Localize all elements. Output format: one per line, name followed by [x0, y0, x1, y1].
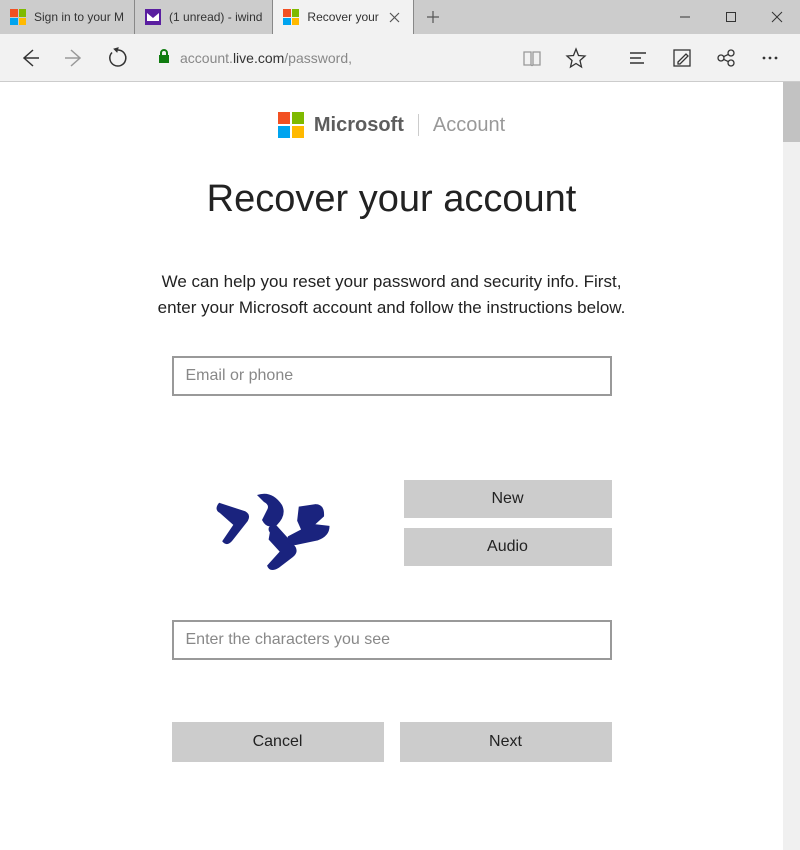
- browser-tab[interactable]: Sign in to your M: [0, 0, 135, 34]
- maximize-button[interactable]: [708, 0, 754, 34]
- reading-view-button[interactable]: [512, 38, 552, 78]
- refresh-button[interactable]: [98, 38, 138, 78]
- minimize-button[interactable]: [662, 0, 708, 34]
- share-button[interactable]: [706, 38, 746, 78]
- brand-section: Account: [433, 114, 505, 137]
- close-window-button[interactable]: [754, 0, 800, 34]
- close-tab-icon[interactable]: [387, 9, 403, 25]
- webnote-button[interactable]: [662, 38, 702, 78]
- ms-logo-icon: [278, 112, 304, 138]
- page-title: Recover your account: [207, 178, 577, 221]
- page-viewport: Microsoft Account Recover your account W…: [0, 82, 800, 850]
- vertical-scrollbar[interactable]: [783, 82, 800, 850]
- cancel-button[interactable]: Cancel: [172, 722, 384, 762]
- captcha-new-button[interactable]: New: [404, 480, 612, 518]
- captcha-audio-button[interactable]: Audio: [404, 528, 612, 566]
- address-bar[interactable]: account.live.com/password,: [148, 42, 502, 74]
- back-button[interactable]: [10, 38, 50, 78]
- tab-title: (1 unread) - iwind: [169, 10, 262, 24]
- mail-icon: [145, 9, 161, 25]
- hub-button[interactable]: [618, 38, 658, 78]
- new-tab-button[interactable]: [414, 0, 452, 34]
- captcha-controls: New Audio: [404, 480, 612, 566]
- captcha-input[interactable]: [172, 620, 612, 660]
- divider: [418, 114, 419, 136]
- ms-logo-icon: [10, 9, 26, 25]
- action-buttons: Cancel Next: [172, 722, 612, 762]
- page-content: Microsoft Account Recover your account W…: [0, 82, 783, 850]
- tab-title: Sign in to your M: [34, 10, 124, 24]
- browser-tab[interactable]: (1 unread) - iwind: [135, 0, 273, 34]
- forward-button[interactable]: [54, 38, 94, 78]
- favorite-button[interactable]: [556, 38, 596, 78]
- captcha-section: New Audio: [172, 480, 612, 590]
- recover-form: New Audio Cancel Next: [172, 356, 612, 762]
- more-button[interactable]: [750, 38, 790, 78]
- next-button[interactable]: Next: [400, 722, 612, 762]
- tab-strip: Sign in to your M (1 unread) - iwind Rec…: [0, 0, 662, 34]
- browser-toolbar: account.live.com/password,: [0, 34, 800, 82]
- brand-name: Microsoft: [314, 114, 404, 137]
- lock-icon: [156, 48, 172, 67]
- browser-tab-active[interactable]: Recover your: [273, 0, 413, 34]
- window-titlebar: Sign in to your M (1 unread) - iwind Rec…: [0, 0, 800, 34]
- scrollbar-thumb[interactable]: [783, 82, 800, 142]
- tab-title: Recover your: [307, 10, 378, 24]
- page-description: We can help you reset your password and …: [157, 269, 627, 320]
- window-controls: [662, 0, 800, 34]
- captcha-image: [172, 480, 382, 590]
- brand-header: Microsoft Account: [278, 112, 505, 138]
- url-text: account.live.com/password,: [180, 50, 352, 66]
- email-input[interactable]: [172, 356, 612, 396]
- ms-logo-icon: [283, 9, 299, 25]
